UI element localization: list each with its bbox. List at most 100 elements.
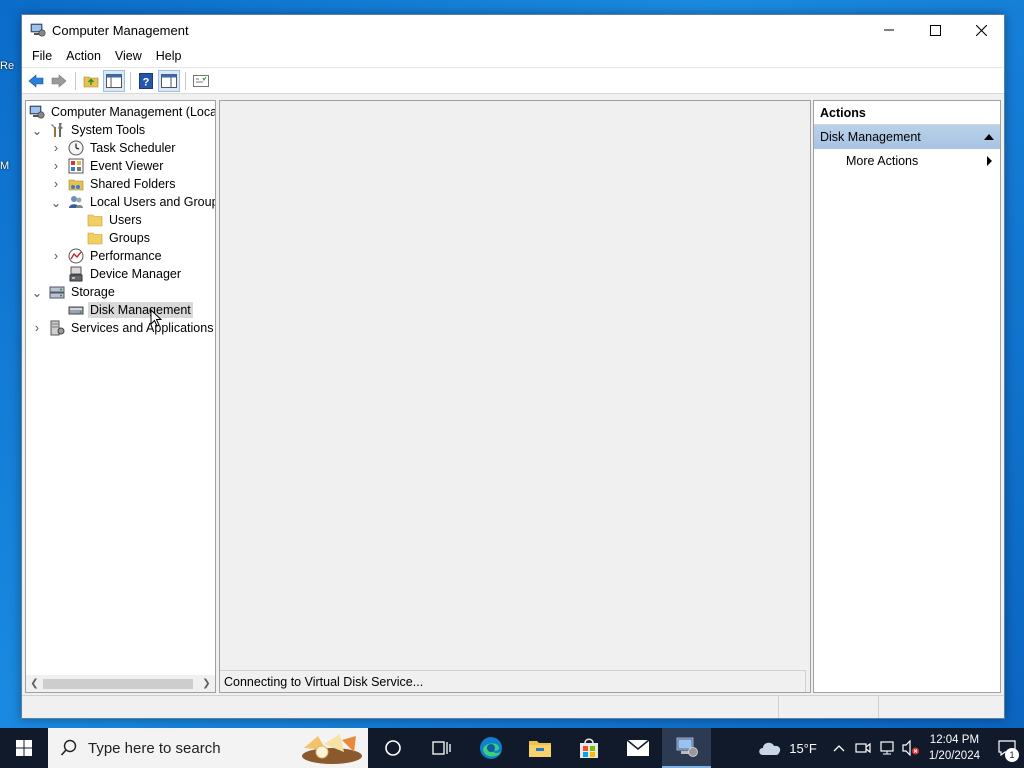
- back-button[interactable]: [25, 70, 47, 92]
- computer-management-icon: [29, 105, 45, 119]
- minimize-button[interactable]: [866, 15, 912, 45]
- chevron-down-icon[interactable]: ⌄: [31, 124, 43, 138]
- chevron-right-icon[interactable]: ›: [31, 321, 43, 335]
- taskbar-computer-management[interactable]: [662, 728, 711, 768]
- taskbar-search-box[interactable]: Type here to search: [48, 728, 368, 768]
- tree-item-label: Local Users and Groups: [90, 195, 216, 209]
- actions-section-disk-management[interactable]: Disk Management: [814, 125, 1000, 149]
- menu-view[interactable]: View: [108, 45, 149, 67]
- action-more-actions[interactable]: More Actions: [814, 149, 1000, 173]
- menu-file[interactable]: File: [25, 45, 59, 67]
- maximize-button[interactable]: [912, 15, 958, 45]
- tree-item-label: Groups: [109, 231, 150, 245]
- taskbar-store[interactable]: [564, 728, 613, 768]
- menu-action[interactable]: Action: [59, 45, 108, 67]
- console-icon: [193, 74, 209, 87]
- clock-date: 1/20/2024: [928, 750, 980, 762]
- tree-item-shared-folders[interactable]: › Shared Folders: [50, 175, 177, 193]
- taskbar-clock[interactable]: 12:04 PM 1/20/2024: [929, 732, 980, 764]
- up-one-level-button[interactable]: [80, 70, 102, 92]
- tree-item-event-viewer[interactable]: › Event Viewer: [50, 157, 165, 175]
- properties-button[interactable]: [158, 69, 180, 92]
- store-icon: [579, 738, 598, 758]
- edge-icon: [479, 737, 502, 759]
- title-bar[interactable]: Computer Management: [22, 15, 1004, 45]
- desktop-icon-label: Re: [0, 60, 15, 72]
- tree-item-storage[interactable]: ⌄ Storage: [31, 283, 117, 301]
- tree-item-label: Disk Management: [88, 302, 193, 318]
- notification-center-button[interactable]: 1: [990, 728, 1024, 768]
- windows-logo-icon: [16, 740, 32, 756]
- clock-time: 12:04 PM: [929, 734, 980, 746]
- cortana-icon: [384, 740, 401, 756]
- tree-horizontal-scrollbar[interactable]: ❮ ❯: [26, 675, 215, 692]
- tree-item-groups[interactable]: Groups: [87, 229, 152, 247]
- back-icon: [28, 73, 44, 88]
- tree-item-label: Storage: [71, 285, 115, 299]
- status-text: Connecting to Virtual Disk Service...: [224, 674, 424, 689]
- tree-item-task-scheduler[interactable]: › Task Scheduler: [50, 139, 177, 157]
- taskbar: Type here to search 15°F 12:04 PM 1/20/2…: [0, 728, 1024, 768]
- help-button[interactable]: ?: [135, 70, 157, 92]
- tree-item-users[interactable]: Users: [87, 211, 144, 229]
- scrollbar-track[interactable]: [43, 675, 198, 692]
- scroll-right-arrow-icon[interactable]: ❯: [198, 675, 215, 692]
- tree-item-performance[interactable]: › Performance: [50, 247, 164, 265]
- desktop-icon-edge[interactable]: M: [0, 158, 20, 172]
- menu-help[interactable]: Help: [149, 45, 189, 67]
- actions-title: Actions: [820, 105, 866, 120]
- device-manager-icon: [69, 266, 83, 282]
- clock-icon: [68, 140, 84, 156]
- folder-icon: [87, 232, 103, 245]
- users-groups-icon: [69, 196, 83, 208]
- console-tree[interactable]: Computer Management (Local ⌄ System Tool…: [25, 100, 216, 693]
- tree-item-local-users-and-groups[interactable]: ⌄ Local Users and Groups: [50, 193, 216, 211]
- scroll-left-arrow-icon[interactable]: ❮: [26, 675, 43, 692]
- actions-header: Actions: [814, 101, 1000, 125]
- maximize-icon: [929, 24, 941, 36]
- collapse-up-icon[interactable]: [984, 134, 994, 140]
- disk-management-pane[interactable]: Connecting to Virtual Disk Service...: [219, 100, 811, 693]
- services-icon: [50, 320, 65, 336]
- tree-item-services-and-applications[interactable]: › Services and Applications: [31, 319, 215, 337]
- tree-item-computer-management[interactable]: Computer Management (Local: [29, 103, 216, 121]
- chevron-right-icon[interactable]: ›: [50, 177, 62, 191]
- console-button[interactable]: [190, 70, 212, 92]
- desktop-icon-recycle-bin[interactable]: Re: [0, 58, 20, 72]
- tree-item-label: Computer Management (Local: [51, 105, 216, 119]
- taskbar-task-view[interactable]: [417, 728, 466, 768]
- file-explorer-icon: [528, 741, 551, 757]
- chevron-down-icon[interactable]: ⌄: [31, 286, 43, 300]
- tree-item-label: Users: [109, 213, 142, 227]
- weather-widget[interactable]: 15°F: [757, 739, 817, 757]
- chevron-down-icon[interactable]: ⌄: [50, 196, 62, 210]
- volume-button[interactable]: [899, 728, 923, 768]
- start-button[interactable]: [0, 728, 48, 768]
- show-hidden-icons-button[interactable]: [827, 728, 851, 768]
- search-icon: [60, 739, 77, 756]
- taskbar-file-explorer[interactable]: [515, 728, 564, 768]
- tree-item-disk-management[interactable]: Disk Management: [68, 301, 193, 319]
- meet-now-button[interactable]: [851, 728, 875, 768]
- tree-item-label: Task Scheduler: [90, 141, 176, 155]
- forward-button[interactable]: [48, 70, 70, 92]
- tree-item-device-manager[interactable]: Device Manager: [68, 265, 183, 283]
- network-button[interactable]: [875, 728, 899, 768]
- minimize-icon: [884, 29, 894, 31]
- shared-folders-icon: [68, 179, 84, 191]
- taskbar-mail[interactable]: [613, 728, 662, 768]
- taskbar-edge[interactable]: [466, 728, 515, 768]
- mouse-cursor-icon: [150, 309, 162, 327]
- close-button[interactable]: [958, 15, 1004, 45]
- scrollbar-thumb[interactable]: [43, 679, 193, 689]
- actions-pane: Actions Disk Management More Actions: [813, 100, 1001, 693]
- tree-item-label: Shared Folders: [90, 177, 176, 191]
- taskbar-cortana[interactable]: [368, 728, 417, 768]
- svg-text:?: ?: [143, 76, 150, 88]
- tree-item-system-tools[interactable]: ⌄ System Tools: [31, 121, 147, 139]
- chevron-right-icon[interactable]: ›: [50, 249, 62, 263]
- chevron-right-icon[interactable]: ›: [50, 159, 62, 173]
- submenu-arrow-icon: [987, 156, 992, 166]
- chevron-right-icon[interactable]: ›: [50, 141, 62, 155]
- show-hide-tree-button[interactable]: [103, 69, 125, 92]
